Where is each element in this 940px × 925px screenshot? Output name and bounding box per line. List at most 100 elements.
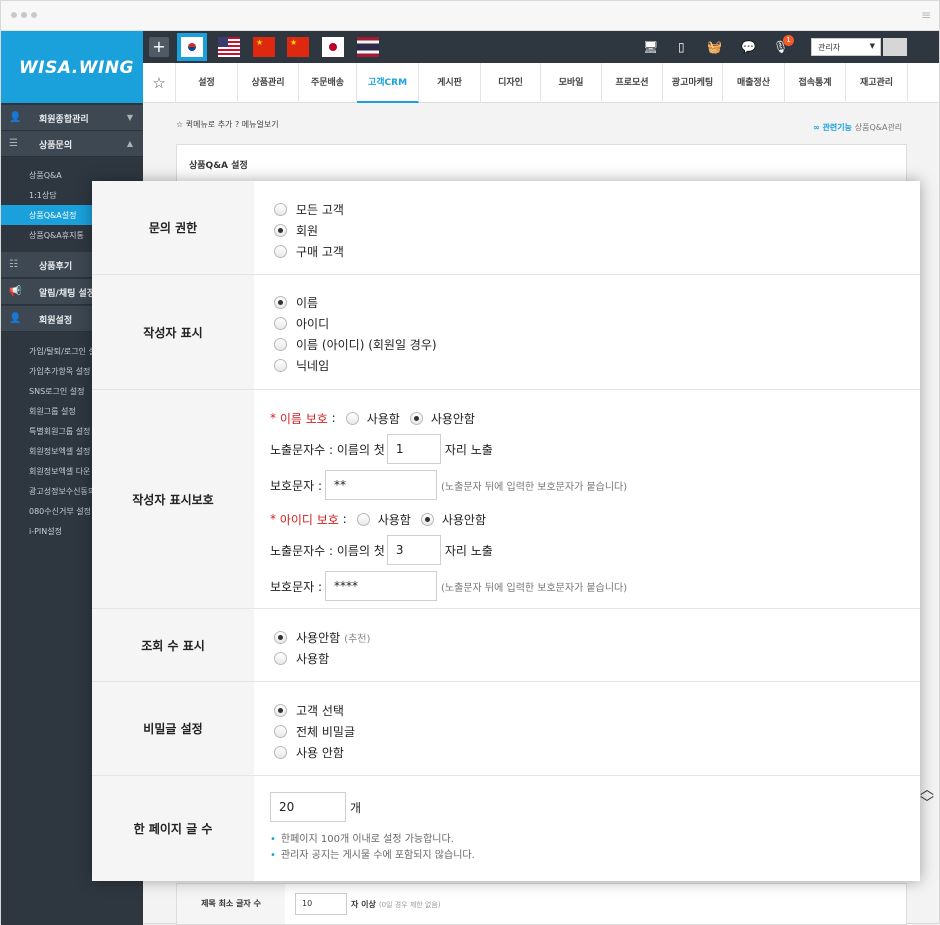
radio-option[interactable]: 고객 선택 xyxy=(274,702,344,718)
name-expose-count-input[interactable]: 1 xyxy=(386,434,441,464)
flag-usa-icon[interactable] xyxy=(218,37,240,57)
tab-board[interactable]: 게시판 xyxy=(419,63,481,103)
title-min-length-suffix: 자 이상 (0일 경우 제한 없음) xyxy=(351,899,441,910)
name-expose-count-line: 노출문자수 : 이름의 첫 1 자리 노출 xyxy=(270,432,493,466)
sidebar-section-member-overview[interactable]: 👤 회원종합관리 ▼ xyxy=(1,105,143,131)
radio-button[interactable] xyxy=(420,512,434,526)
sidebar-item-label: 회원정보엑셀 다운 xyxy=(29,467,91,476)
title-bar: ≡ xyxy=(1,1,939,31)
radio-option[interactable]: 사용안함 (추천) xyxy=(274,629,370,645)
related-link[interactable]: 상품Q&A관리 xyxy=(855,123,902,132)
tab-settings[interactable]: 설정 xyxy=(176,63,238,103)
id-protect-char-line: 보호문자 : **** (노출문자 뒤에 입력한 보호문자가 붙습니다) xyxy=(270,569,627,603)
flag-japan-icon[interactable] xyxy=(322,37,344,57)
tab-ad-marketing[interactable]: 광고마케팅 xyxy=(663,63,723,103)
id-protect-char-input[interactable]: **** xyxy=(325,571,438,601)
flag-thailand-icon[interactable] xyxy=(357,37,379,57)
sidebar-section-product-inquiry[interactable]: ☰ 상품문의 ▲ xyxy=(1,131,143,157)
sidebar-section-label: 상품후기 xyxy=(39,262,73,272)
radio-option[interactable]: 사용 안함 xyxy=(274,744,344,760)
radio-button[interactable] xyxy=(274,337,287,351)
expose-prefix: 노출문자수 : 이름의 첫 xyxy=(270,543,385,558)
radio-button[interactable] xyxy=(274,745,287,759)
tab-inventory[interactable]: 재고관리 xyxy=(846,63,908,103)
chevron-up-icon[interactable]: ︿ xyxy=(919,783,935,797)
name-protect-char-input[interactable]: ** xyxy=(325,470,438,500)
radio-button[interactable] xyxy=(356,512,370,526)
writer-display-row: 작성자 표시 이름 아이디 이름 (아이디) (회원일 경우) 닉네임 xyxy=(92,275,920,390)
row-label: 문의 권한 xyxy=(92,181,254,274)
radio-option[interactable]: 모든 고객 xyxy=(274,201,344,217)
radio-option[interactable]: 아이디 xyxy=(274,315,329,331)
id-expose-count-input[interactable]: 3 xyxy=(386,535,441,565)
chat-icon[interactable]: 💬 xyxy=(741,40,756,54)
breadcrumb: ☆ 퀵메뉴로 추가 ? 메뉴얼보기 xyxy=(176,119,279,130)
radio-button[interactable] xyxy=(274,358,287,372)
name-protect-label: 이름 보호 xyxy=(279,411,328,426)
writer-protect-row: 작성자 표시보호 * 이름 보호 : 사용함 사용안함 노출문자수 : 이름의 … xyxy=(92,390,920,609)
radio-button[interactable] xyxy=(409,411,423,425)
page-title: 상품Q&A 설정 xyxy=(189,161,248,171)
scroll-arrows[interactable]: ︿ ﹀ xyxy=(919,783,935,819)
app-window: ≡ WISA.WING 👤 회원종합관리 ▼ ☰ 상품문의 ▲ 상품Q&A 1:… xyxy=(0,0,940,925)
radio-option[interactable]: 회원 xyxy=(274,222,318,238)
star-icon[interactable]: ☆ xyxy=(176,120,183,129)
basket-icon[interactable]: 🧺 xyxy=(707,40,722,54)
mobile-icon[interactable]: ▯ xyxy=(678,40,685,54)
radio-button[interactable] xyxy=(274,295,287,309)
option-label: 닉네임 xyxy=(296,358,330,373)
tab-mobile[interactable]: 모바일 xyxy=(541,63,602,103)
row-label: 작성자 표시보호 xyxy=(92,390,254,608)
radio-button[interactable] xyxy=(274,202,287,216)
radio-option[interactable]: 구매 고객 xyxy=(274,243,344,259)
radio-button[interactable] xyxy=(274,724,287,738)
option-label: 아이디 xyxy=(296,316,330,331)
radio-button[interactable] xyxy=(274,630,287,644)
option-label: 사용함 xyxy=(366,411,400,426)
tab-stats[interactable]: 접속통계 xyxy=(785,63,846,103)
radio-button[interactable] xyxy=(274,223,287,237)
admin-select[interactable]: 관리자 ▼ xyxy=(811,38,881,56)
radio-option[interactable]: 이름 (아이디) (회원일 경우) xyxy=(274,336,437,352)
tab-promotion[interactable]: 프로모션 xyxy=(602,63,663,103)
top-bar: + 🖥 ▯ 🧺 💬 🎙 1 관리자 ▼ xyxy=(143,31,939,63)
radio-button[interactable] xyxy=(274,316,287,330)
chevron-down-icon[interactable]: ﹀ xyxy=(919,797,935,811)
sidebar-item-label: 1:1상담 xyxy=(29,191,57,200)
option-label: 사용안함 xyxy=(296,630,341,645)
radio-option[interactable]: 사용함 xyxy=(274,650,329,666)
radio-button[interactable] xyxy=(274,244,287,258)
hamburger-icon[interactable]: ≡ xyxy=(921,8,931,22)
radio-option[interactable]: 닉네임 xyxy=(274,357,329,373)
protect-char-label: 보호문자 : xyxy=(270,478,323,493)
tab-sales[interactable]: 매출정산 xyxy=(723,63,785,103)
tab-products[interactable]: 상품관리 xyxy=(238,63,299,103)
flag-china-icon[interactable] xyxy=(253,37,275,57)
star-icon[interactable]: ☆ xyxy=(143,63,176,103)
help-icon[interactable]: ? xyxy=(235,120,239,129)
add-quickmenu-link[interactable]: 퀵메뉴로 추가 xyxy=(186,120,233,129)
menu-bar: ☆ 설정 상품관리 주문배송 고객CRM 게시판 디자인 모바일 프로모션 광고… xyxy=(143,63,939,103)
tab-orders[interactable]: 주문배송 xyxy=(299,63,357,103)
monitor-icon[interactable]: 🖥 xyxy=(643,40,658,54)
title-min-length-input[interactable]: 10 xyxy=(295,893,347,915)
flag-korea-icon[interactable] xyxy=(177,33,207,61)
radio-button[interactable] xyxy=(274,703,287,717)
radio-option[interactable]: 전체 비밀글 xyxy=(274,723,355,739)
option-label: 이름 xyxy=(296,295,319,310)
add-button[interactable]: + xyxy=(149,37,169,57)
related-features[interactable]: ∞ 관련기능 상품Q&A관리 xyxy=(813,122,902,133)
radio-option[interactable]: 이름 xyxy=(274,294,318,310)
sidebar-item-label: 특별회원그룹 설정 xyxy=(29,427,91,436)
flag-china-icon[interactable] xyxy=(287,37,309,57)
suffix-note: (0일 경우 제한 없음) xyxy=(378,901,441,909)
radio-button[interactable] xyxy=(274,651,287,665)
logo-box[interactable]: WISA.WING xyxy=(1,31,143,103)
radio-button[interactable] xyxy=(345,411,359,425)
inquiry-permission-row: 문의 권한 모든 고객 회원 구매 고객 xyxy=(92,181,920,275)
posts-per-page-input[interactable]: 20 xyxy=(270,792,346,822)
tab-crm[interactable]: 고객CRM xyxy=(357,63,419,103)
tab-design[interactable]: 디자인 xyxy=(481,63,541,103)
manual-link[interactable]: 메뉴얼보기 xyxy=(242,120,279,129)
avatar[interactable] xyxy=(883,38,907,56)
